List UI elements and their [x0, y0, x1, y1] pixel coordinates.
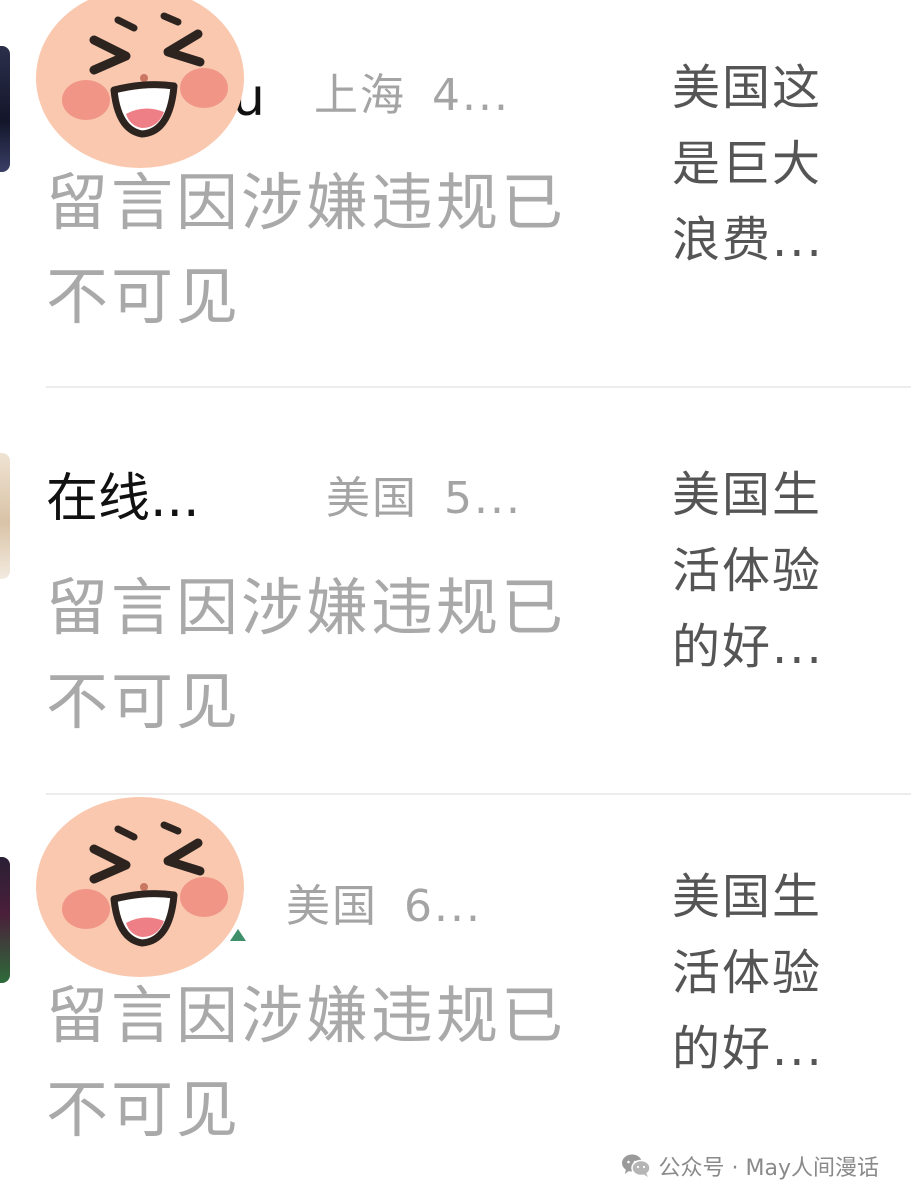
comment-item[interactable]: 美国 6... 留言因涉嫌违规已不可见 美国生 活体验 的好...: [0, 795, 911, 1204]
location-label: 美国: [286, 881, 378, 932]
location-label: 美国: [326, 473, 418, 524]
avatar[interactable]: [0, 46, 10, 172]
laughing-face-sticker-icon: [36, 797, 246, 977]
article-title-line: 活体验: [672, 543, 823, 599]
avatar[interactable]: [0, 453, 10, 579]
comment-text: 留言因涉嫌违规已不可见: [46, 571, 567, 738]
comment-text: 留言因涉嫌违规已不可见: [46, 979, 567, 1146]
watermark-text: 公众号 · May人间漫话: [658, 1156, 879, 1181]
article-title[interactable]: 美国生 活体验 的好...: [672, 457, 872, 685]
time-label: 5...: [444, 473, 522, 524]
wechat-icon: [621, 1154, 651, 1177]
article-title[interactable]: 美国这 是巨大 浪费...: [672, 50, 872, 278]
comment-meta: 上海 4...: [314, 74, 510, 118]
article-title-line: 美国生: [672, 869, 823, 925]
article-title-line: 美国这: [672, 60, 823, 116]
time-label: 4...: [432, 70, 510, 121]
article-title-line: 的好...: [672, 619, 824, 675]
time-label: 6...: [404, 881, 482, 932]
comment-item[interactable]: u 上海 4... 留言因涉嫌违规已不可见 美国这 是巨大 浪费...: [0, 0, 911, 388]
comment-item[interactable]: 在线... 美国 5... 留言因涉嫌违规已不可见 美国生 活体验 的好...: [0, 389, 911, 795]
article-title-line: 美国生: [672, 467, 823, 523]
location-label: 上海: [314, 70, 406, 121]
article-title-line: 是巨大: [672, 136, 823, 192]
article-title[interactable]: 美国生 活体验 的好...: [672, 859, 872, 1087]
user-name[interactable]: 在线...: [46, 473, 200, 525]
comment-meta: 美国 5...: [326, 477, 522, 521]
article-title-line: 活体验: [672, 945, 823, 1001]
avatar[interactable]: [0, 857, 10, 983]
comment-text: 留言因涉嫌违规已不可见: [46, 166, 567, 333]
comment-meta: 美国 6...: [286, 885, 482, 929]
comment-list: u 上海 4... 留言因涉嫌违规已不可见 美国这 是巨大 浪费... 在线...: [0, 0, 911, 1204]
article-title-line: 浪费...: [672, 212, 824, 268]
laughing-face-sticker-icon: [36, 0, 244, 168]
article-title-line: 的好...: [672, 1021, 824, 1077]
watermark: 公众号 · May人间漫话: [614, 1148, 885, 1184]
divider: [46, 386, 911, 388]
